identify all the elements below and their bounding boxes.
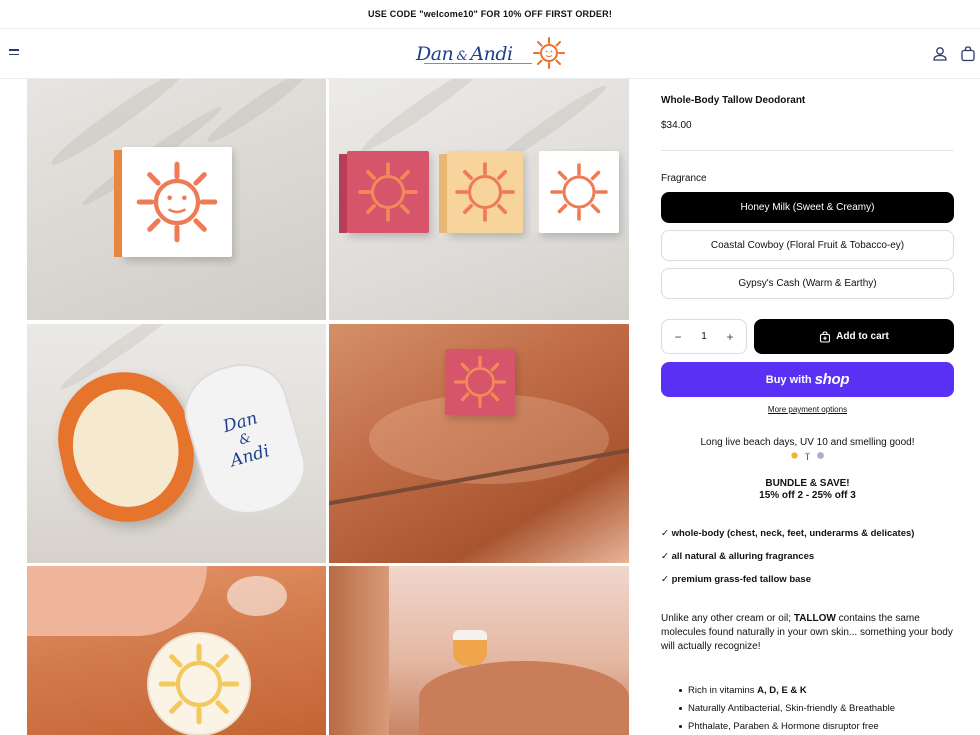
product-box-white [531,151,619,233]
product-box-pink [445,349,515,415]
product-box [114,147,232,257]
add-to-cart-label: Add to cart [836,331,889,342]
list-item: Rich in vitamins A, D, E & K [679,684,954,702]
quantity-increase-button[interactable]: + [724,330,736,344]
site-header: Dan & Andi [0,29,980,79]
list-item: Naturally Antibacterial, Skin-friendly &… [679,702,954,720]
brand-logo[interactable]: Dan & Andi [416,34,566,74]
fragrance-label: Fragrance [661,173,707,184]
product-box-yellow [439,151,523,233]
product-box-pink [339,151,429,233]
sun-face-icon [455,162,515,222]
fragrance-option-gypsys-cash[interactable]: Gypsy's Cash (Warm & Earthy) [661,268,954,299]
gallery-image-jar-open[interactable]: Dan & Andi [27,324,326,563]
sun-face-icon [158,643,240,725]
para-bold: TALLOW [793,613,836,624]
announcement-bar: USE CODE "welcome10" FOR 10% OFF FIRST O… [0,0,980,29]
more-payment-options-link[interactable]: More payment options [661,405,954,414]
option-label: Honey Milk (Sweet & Creamy) [740,202,875,213]
feature-check: ✓ premium grass-fed tallow base [661,574,811,585]
buy-with-shop-button[interactable]: Buy with shop [661,362,954,397]
sun-emoji-icon [791,452,798,459]
product-price: $34.00 [661,120,692,131]
sun-face-icon [358,162,418,222]
bullet-text: Rich in vitamins [688,685,758,696]
gallery-image-boxes-trio[interactable] [329,79,629,320]
product-title: Whole-Body Tallow Deodorant [661,95,806,106]
shop-logo: shop [814,371,850,388]
quantity-value[interactable]: 1 [701,331,707,342]
benefits-list: Rich in vitamins A, D, E & K Naturally A… [679,684,954,735]
quantity-stepper: − 1 + [661,319,747,354]
product-gallery: Dan & Andi [27,79,629,735]
para-text: Unlike any other cream or oil; [661,613,794,624]
gallery-image-model-jar[interactable] [329,566,629,735]
logo-name-right: Andi [470,43,513,65]
add-to-cart-button[interactable]: Add to cart [754,319,954,354]
gallery-image-applying[interactable] [27,566,326,735]
feature-check: ✓ whole-body (chest, neck, feet, underar… [661,528,915,539]
feature-check: ✓ all natural & alluring fragrances [661,551,815,562]
fragrance-option-coastal-cowboy[interactable]: Coastal Cowboy (Floral Fruit & Tobacco-e… [661,230,954,261]
logo-underline [424,63,532,64]
tagline: Long live beach days, UV 10 and smelling… [700,437,915,448]
gallery-image-model-box[interactable] [329,324,629,563]
shell-emoji-icon [817,452,824,459]
description-paragraph: Unlike any other cream or oil; TALLOW co… [661,612,954,654]
logo-wordmark: Dan & Andi [416,43,513,65]
gallery-image-box-white[interactable] [27,79,326,320]
fragrance-option-honey-milk[interactable]: Honey Milk (Sweet & Creamy) [661,192,954,223]
buy-with-label: Buy with [765,373,812,386]
bundle-title: BUNDLE & SAVE! [765,478,850,489]
sun-face-icon [454,356,506,408]
list-item: Phthalate, Paraben & Hormone disruptor f… [679,720,954,735]
tallow-jar-small [453,630,487,666]
tallow-jar-top [147,632,251,735]
bag-icon[interactable] [958,44,978,64]
sun-face-icon [136,161,218,243]
logo-name-left: Dan [416,43,454,65]
divider [661,150,954,151]
emoji-row [661,451,954,460]
palm-tree-emoji-icon [803,451,812,460]
account-icon[interactable] [930,44,950,64]
bundle-detail: 15% off 2 - 25% off 3 [759,490,856,501]
menu-icon[interactable] [9,46,23,62]
announcement-text: USE CODE "welcome10" FOR 10% OFF FIRST O… [367,9,613,19]
sun-icon [533,37,565,69]
logo-amp: & [456,49,468,64]
quantity-decrease-button[interactable]: − [672,330,684,344]
tallow-jar-lid: Dan & Andi [174,352,316,526]
option-label: Coastal Cowboy (Floral Fruit & Tobacco-e… [710,240,905,251]
sun-face-icon [550,163,608,221]
option-label: Gypsy's Cash (Warm & Earthy) [738,278,877,289]
bullet-bold: A, D, E & K [757,685,807,696]
bag-plus-icon [820,330,831,343]
